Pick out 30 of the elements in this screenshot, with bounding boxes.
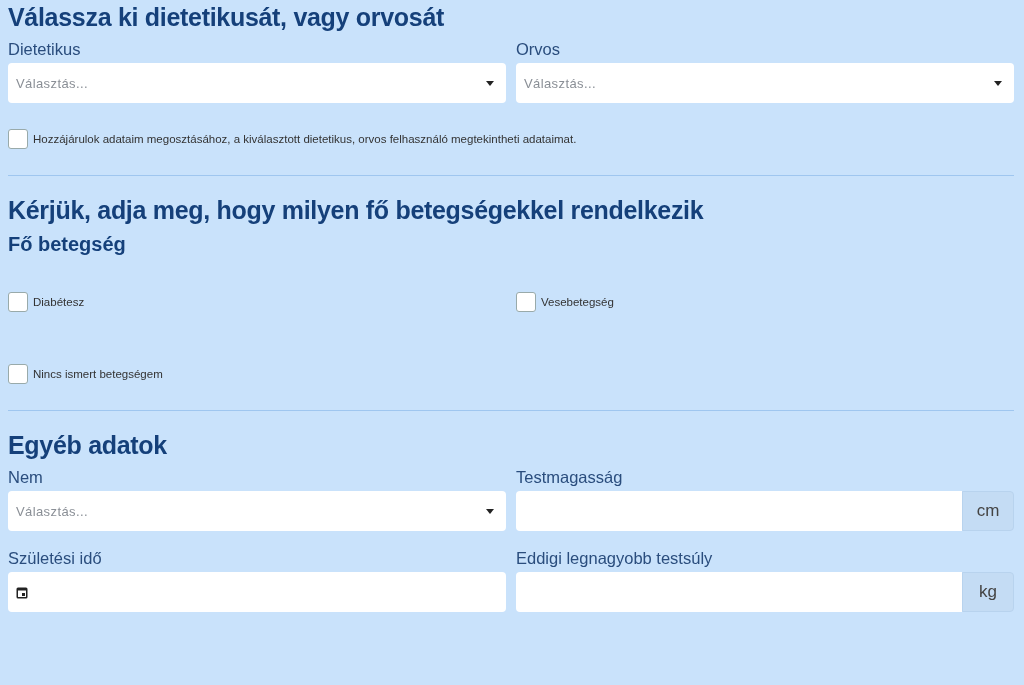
section-heading: Egyéb adatok <box>8 431 168 460</box>
section-heading: Kérjük, adja meg, hogy milyen fő betegségekkel rendelkezik <box>8 196 705 225</box>
field-label: Dietetikus <box>8 40 82 59</box>
checkbox-label: Nincs ismert betegségem <box>33 368 163 380</box>
checkbox[interactable] <box>8 292 28 312</box>
calendar-icon <box>16 585 28 599</box>
checkbox-label: Vesebetegség <box>541 296 614 308</box>
unit-label: kg <box>962 572 1014 612</box>
checkbox-label: Hozzájárulok adataim megosztásához, a kiválasztott dietetikus, orvos felhasználó megtekintheti adataimat. <box>33 133 577 145</box>
dropdown[interactable]: Választás... <box>8 63 506 103</box>
checkbox[interactable] <box>516 292 536 312</box>
input-field[interactable] <box>516 572 962 612</box>
caret-icon <box>486 80 494 86</box>
caret-icon <box>486 508 494 514</box>
field-label: Születési idő <box>8 549 103 568</box>
field-label: Testmagasság <box>516 468 624 487</box>
section-heading: Válassza ki dietetikusát, vagy orvosát <box>8 3 446 32</box>
date-field[interactable] <box>8 572 506 612</box>
field-label: Nem <box>8 468 44 487</box>
subheading: Fő betegség <box>8 233 127 256</box>
unit-label: cm <box>962 491 1014 531</box>
checkbox-label: Diabétesz <box>33 296 85 308</box>
dropdown[interactable]: Választás... <box>8 491 506 531</box>
checkbox[interactable] <box>8 129 28 149</box>
checkbox[interactable] <box>8 364 28 384</box>
dropdown[interactable]: Választás... <box>516 63 1014 103</box>
field-label: Eddigi legnagyobb testsúly <box>516 549 714 568</box>
caret-icon <box>994 80 1002 86</box>
field-label: Orvos <box>516 40 561 59</box>
input-field[interactable] <box>516 491 962 531</box>
